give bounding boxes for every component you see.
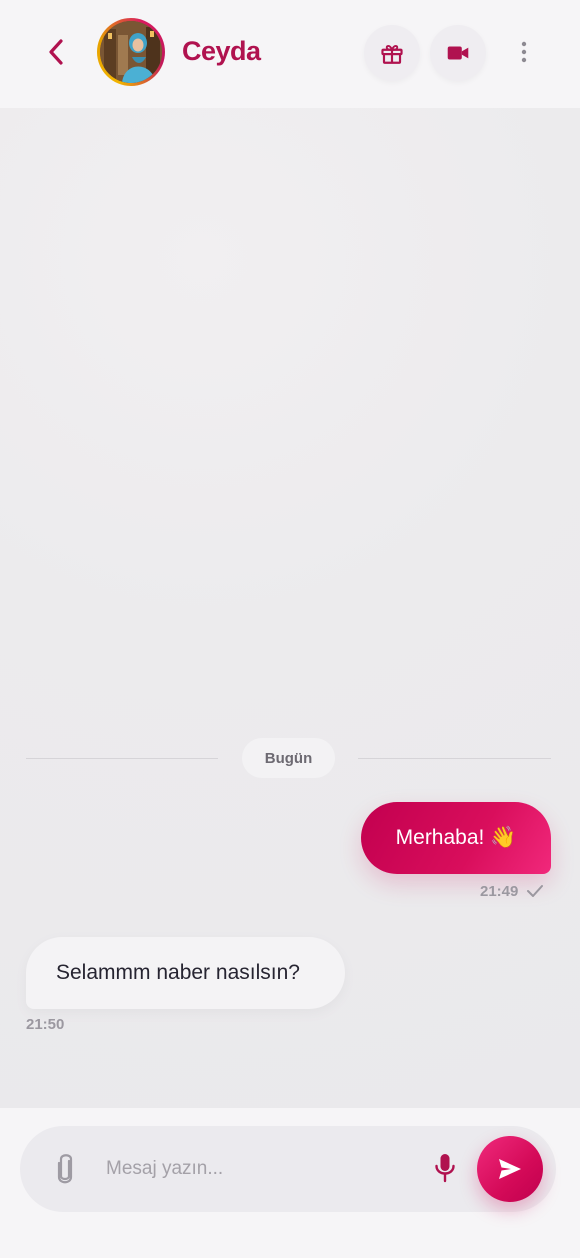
message-text: Selammm naber nasılsın? bbox=[56, 961, 300, 984]
divider-line bbox=[358, 758, 551, 759]
message-time: 21:49 bbox=[480, 882, 519, 900]
attach-button[interactable] bbox=[48, 1151, 82, 1187]
message-text: Merhaba! 👋 bbox=[395, 826, 517, 849]
more-options-button[interactable] bbox=[510, 38, 538, 66]
avatar[interactable] bbox=[97, 18, 165, 86]
chevron-left-icon bbox=[49, 39, 63, 65]
message-composer bbox=[0, 1108, 580, 1258]
incoming-message-bubble[interactable]: Selammm naber nasılsın? bbox=[26, 937, 345, 1009]
outgoing-message-meta: 21:49 bbox=[480, 880, 544, 902]
paperclip-icon bbox=[57, 1154, 73, 1184]
incoming-message-time: 21:50 bbox=[26, 1016, 65, 1033]
message-input[interactable] bbox=[106, 1150, 406, 1188]
send-button[interactable] bbox=[477, 1136, 543, 1202]
composer-field bbox=[20, 1126, 556, 1212]
date-pill: Bugün bbox=[242, 738, 335, 778]
avatar-photo bbox=[100, 21, 162, 83]
contact-name[interactable]: Ceyda bbox=[182, 36, 261, 67]
outgoing-message-bubble[interactable]: Merhaba! 👋 bbox=[361, 802, 551, 874]
back-button[interactable] bbox=[38, 34, 74, 70]
date-divider: Bugün bbox=[0, 738, 580, 778]
voice-record-button[interactable] bbox=[428, 1148, 462, 1188]
video-call-button[interactable] bbox=[430, 25, 486, 81]
checkmark-icon bbox=[527, 885, 544, 897]
gift-icon bbox=[381, 45, 403, 64]
more-vertical-icon bbox=[521, 41, 527, 63]
microphone-icon bbox=[435, 1154, 455, 1183]
divider-line bbox=[26, 758, 218, 759]
chat-header: Ceyda bbox=[0, 0, 580, 108]
video-camera-icon bbox=[447, 46, 469, 60]
send-icon bbox=[499, 1159, 521, 1179]
gift-button[interactable] bbox=[364, 25, 420, 81]
